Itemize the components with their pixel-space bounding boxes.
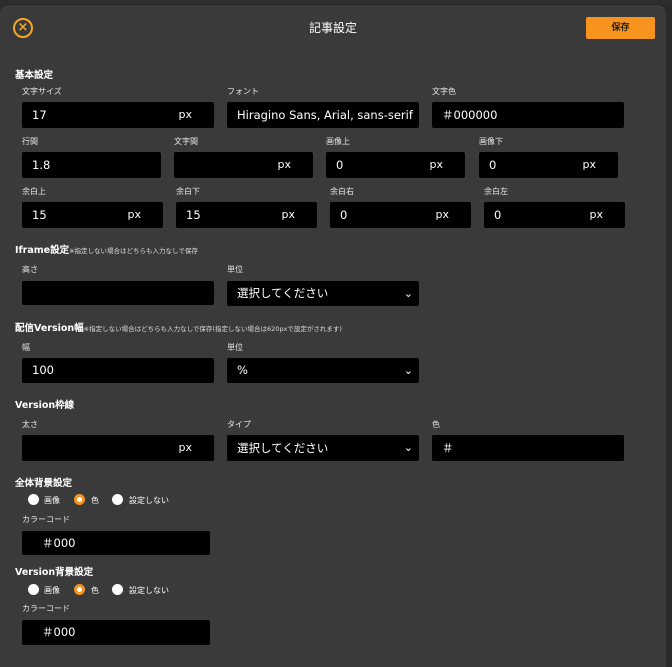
font-size-label: 文字サイズ bbox=[22, 87, 62, 96]
global-bg-radio-none[interactable] bbox=[112, 494, 123, 505]
version-bg-color-label: カラーコード bbox=[22, 604, 70, 613]
global-bg-radio-color[interactable] bbox=[74, 494, 85, 505]
section-iframe-title: Iframe設定※指定しない場合はどちらも入力なしで保存 bbox=[15, 245, 198, 256]
iframe-height-input[interactable] bbox=[22, 281, 214, 305]
margin-left-input[interactable]: 0 px bbox=[484, 202, 625, 228]
section-global-bg-title: 全体背景設定 bbox=[15, 478, 73, 489]
version-width-note: ※指定しない場合はどちらも入力なしで保存(指定しない場合は620pxで設定がされ… bbox=[83, 325, 342, 333]
margin-top-label: 余白上 bbox=[22, 187, 46, 196]
version-bg-option-none: 設定しない bbox=[129, 586, 169, 595]
chevron-down-icon: ⌄ bbox=[403, 441, 413, 454]
font-input[interactable]: Hiragino Sans, Arial, sans-serif bbox=[227, 102, 419, 128]
version-bg-radio-none[interactable] bbox=[112, 584, 123, 595]
global-bg-option-none: 設定しない bbox=[129, 496, 169, 505]
border-color-label: 色 bbox=[432, 420, 440, 429]
section-version-width-title: 配信Version幅※指定しない場合はどちらも入力なしで保存(指定しない場合は6… bbox=[15, 323, 342, 334]
border-thickness-input[interactable]: px bbox=[22, 435, 214, 461]
iframe-unit-label: 単位 bbox=[227, 265, 243, 274]
section-basic-title: 基本設定 bbox=[15, 70, 54, 81]
version-bg-option-image: 画像 bbox=[44, 586, 60, 595]
margin-bottom-label: 余白下 bbox=[176, 187, 200, 196]
border-color-input[interactable]: ＃ bbox=[432, 435, 624, 461]
img-bottom-input[interactable]: 0 px bbox=[479, 152, 618, 178]
margin-top-input[interactable]: 15 px bbox=[22, 202, 163, 228]
text-color-label: 文字色 bbox=[432, 87, 456, 96]
section-version-border-title: Version枠線 bbox=[15, 400, 75, 411]
version-bg-color-input[interactable]: ＃000 bbox=[22, 620, 210, 645]
global-bg-option-color: 色 bbox=[91, 496, 99, 505]
version-width-label: 幅 bbox=[22, 343, 30, 352]
save-button[interactable]: 保存 bbox=[586, 17, 655, 39]
chevron-down-icon: ⌄ bbox=[403, 364, 413, 377]
version-bg-radio-color[interactable] bbox=[74, 584, 85, 595]
iframe-height-label: 高さ bbox=[22, 265, 38, 274]
border-thickness-label: 太さ bbox=[22, 420, 38, 429]
version-width-unit-select[interactable]: % ⌄ bbox=[227, 358, 419, 383]
margin-left-label: 余白左 bbox=[484, 187, 508, 196]
scrollbar[interactable] bbox=[666, 5, 672, 667]
img-bottom-label: 画像下 bbox=[479, 137, 503, 146]
global-bg-color-input[interactable]: ＃000 bbox=[22, 531, 210, 555]
text-color-input[interactable]: ＃000000 bbox=[432, 102, 624, 128]
border-type-select[interactable]: 選択してください ⌄ bbox=[227, 435, 419, 461]
version-width-unit-label: 単位 bbox=[227, 343, 243, 352]
font-label: フォント bbox=[227, 87, 259, 96]
letter-spacing-label: 文字間 bbox=[174, 137, 198, 146]
global-bg-option-image: 画像 bbox=[44, 496, 60, 505]
version-width-input[interactable]: 100 bbox=[22, 358, 214, 383]
margin-right-input[interactable]: 0 px bbox=[330, 202, 471, 228]
border-type-label: タイプ bbox=[227, 420, 251, 429]
global-bg-color-label: カラーコード bbox=[22, 515, 70, 524]
img-top-input[interactable]: 0 px bbox=[326, 152, 465, 178]
img-top-label: 画像上 bbox=[326, 137, 350, 146]
global-bg-radio-image[interactable] bbox=[28, 494, 39, 505]
version-bg-radio-image[interactable] bbox=[28, 584, 39, 595]
letter-spacing-input[interactable]: px bbox=[174, 152, 313, 178]
margin-bottom-input[interactable]: 15 px bbox=[176, 202, 317, 228]
section-version-bg-title: Version背景設定 bbox=[15, 567, 94, 578]
settings-modal: × 記事設定 保存 基本設定 文字サイズ 17 px フォント Hiragino … bbox=[0, 5, 666, 667]
iframe-unit-select[interactable]: 選択してください ⌄ bbox=[227, 281, 419, 306]
margin-right-label: 余白右 bbox=[330, 187, 354, 196]
chevron-down-icon: ⌄ bbox=[403, 287, 413, 300]
line-height-label: 行間 bbox=[22, 137, 38, 146]
iframe-note: ※指定しない場合はどちらも入力なしで保存 bbox=[69, 247, 198, 255]
line-height-input[interactable]: 1.8 bbox=[22, 152, 161, 178]
modal-title: 記事設定 bbox=[308, 21, 357, 35]
font-size-input[interactable]: 17 px bbox=[22, 102, 214, 128]
version-bg-option-color: 色 bbox=[91, 586, 99, 595]
